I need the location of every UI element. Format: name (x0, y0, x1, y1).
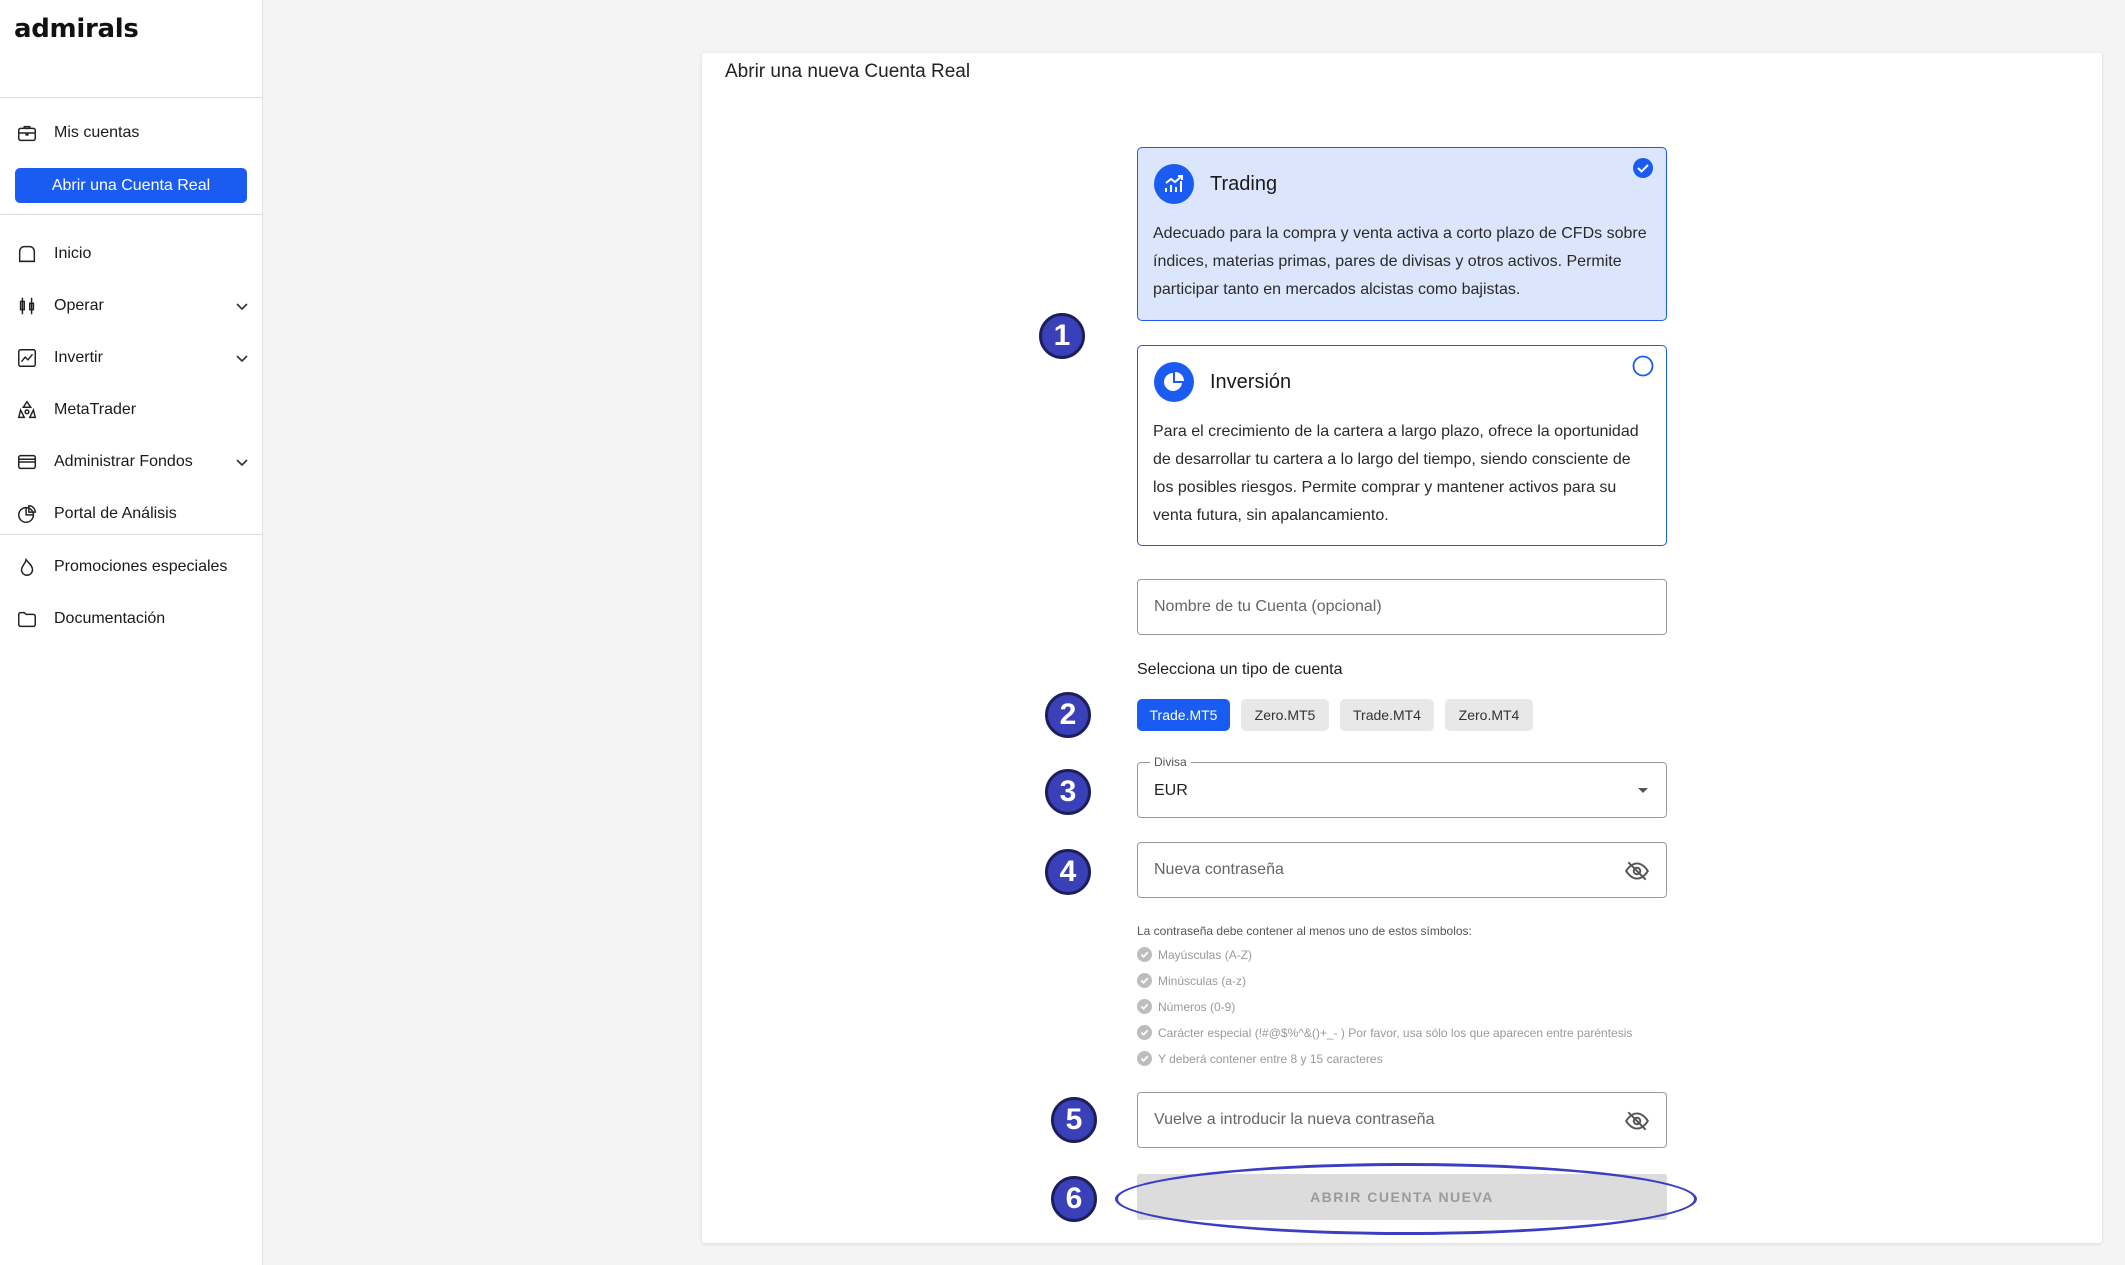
chip-trade-mt4[interactable]: Trade.MT4 (1340, 699, 1434, 731)
divider (0, 534, 263, 535)
wallet-icon (14, 449, 40, 475)
password-input[interactable] (1154, 843, 1594, 897)
sidebar-item-label: Administrar Fondos (54, 453, 193, 470)
home-icon (14, 241, 40, 267)
chevron-down-icon[interactable] (232, 452, 252, 472)
annotation-1: 1 (1039, 313, 1085, 359)
account-name-field[interactable] (1137, 579, 1667, 635)
open-real-account-button[interactable]: Abrir una Cuenta Real (15, 168, 247, 203)
sidebar-item-invertir[interactable]: Invertir (14, 340, 254, 376)
password-rule: Números (0-9) (1137, 999, 1235, 1014)
password-rule-text: Mayúsculas (A-Z) (1158, 947, 1253, 962)
check-icon (1137, 999, 1152, 1014)
sidebar-item-label: Promociones especiales (54, 558, 228, 575)
currency-label: Divisa (1150, 755, 1191, 769)
chevron-down-icon[interactable] (232, 348, 252, 368)
password-rule-text: Y deberá contener entre 8 y 15 caractere… (1158, 1051, 1383, 1066)
check-circle-icon[interactable] (1632, 157, 1654, 179)
sidebar-item-administrar-fondos[interactable]: Administrar Fondos (14, 444, 254, 480)
password-rule: Carácter especial (!#@$%^&()+_- ) Por fa… (1137, 1025, 1632, 1040)
sidebar-item-portal-analisis[interactable]: Portal de Análisis (14, 496, 254, 532)
admirals-logo[interactable]: admirals (14, 14, 139, 44)
password-rule: Mayúsculas (A-Z) (1137, 947, 1252, 962)
annotation-5: 5 (1051, 1097, 1097, 1143)
password-rule: Minúsculas (a-z) (1137, 973, 1246, 988)
currency-value: EUR (1154, 782, 1188, 799)
pie-chart-icon (1154, 362, 1194, 402)
sidebar-item-metatrader[interactable]: MetaTrader (14, 392, 254, 428)
folder-icon (14, 606, 40, 632)
check-icon (1137, 947, 1152, 962)
sidebar-item-label: Mis cuentas (54, 124, 140, 141)
candlestick-icon (14, 293, 40, 319)
sidebar-item-mis-cuentas[interactable]: Mis cuentas (14, 115, 254, 151)
option-description: Para el crecimiento de la cartera a larg… (1153, 423, 1639, 524)
chevron-down-icon[interactable] (232, 296, 252, 316)
password-field[interactable] (1137, 842, 1667, 898)
sidebar-item-label: Documentación (54, 610, 166, 627)
option-title: Trading (1210, 173, 1278, 195)
password-rule: Y deberá contener entre 8 y 15 caractere… (1137, 1051, 1383, 1066)
check-icon (1137, 1051, 1152, 1066)
sidebar-item-operar[interactable]: Operar (14, 288, 254, 324)
eye-off-icon[interactable] (1624, 858, 1650, 884)
divider (0, 214, 263, 215)
eye-off-icon[interactable] (1624, 1108, 1650, 1134)
password-confirm-input[interactable] (1154, 1093, 1594, 1147)
briefcase-icon (14, 120, 40, 146)
annotation-2: 2 (1045, 692, 1091, 738)
chip-trade-mt5[interactable]: Trade.MT5 (1137, 699, 1230, 731)
sidebar-item-label: MetaTrader (54, 401, 137, 418)
currency-select[interactable]: Divisa EUR (1137, 755, 1667, 818)
chip-zero-mt5[interactable]: Zero.MT5 (1241, 699, 1329, 731)
password-rule-text: Números (0-9) (1158, 999, 1236, 1014)
trend-up-icon (1154, 164, 1194, 204)
account-type-label: Selecciona un tipo de cuenta (1137, 661, 1343, 678)
account-name-input[interactable] (1154, 580, 1594, 634)
pie-chart-icon (14, 501, 40, 527)
check-icon (1137, 973, 1152, 988)
trend-chart-icon (14, 345, 40, 371)
check-icon (1137, 1025, 1152, 1040)
password-requirements-note: La contraseña debe contener al menos uno… (1137, 924, 1472, 938)
flame-icon (14, 554, 40, 580)
radio-unselected-icon[interactable] (1632, 355, 1654, 377)
sidebar-item-inicio[interactable]: Inicio (14, 236, 254, 272)
highlight-oval (1115, 1163, 1697, 1235)
sidebar-item-label: Portal de Análisis (54, 505, 177, 522)
option-card-inversion[interactable]: Inversión Para el crecimiento de la cart… (1137, 345, 1667, 546)
annotation-3: 3 (1045, 769, 1091, 815)
sidebar-item-promociones[interactable]: Promociones especiales (14, 549, 254, 585)
password-confirm-field[interactable] (1137, 1092, 1667, 1148)
annotation-4: 4 (1045, 849, 1091, 895)
option-title: Inversión (1210, 371, 1292, 393)
option-card-trading[interactable]: Trading Adecuado para la compra y venta … (1137, 147, 1667, 321)
chip-zero-mt4[interactable]: Zero.MT4 (1445, 699, 1533, 731)
metatrader-icon (14, 397, 40, 423)
password-rule-text: Carácter especial (!#@$%^&()+_- ) Por fa… (1158, 1025, 1633, 1040)
page-title: Abrir una nueva Cuenta Real (725, 61, 971, 82)
sidebar-item-label: Inicio (54, 245, 92, 262)
option-description: Adecuado para la compra y venta activa a… (1153, 225, 1647, 298)
dropdown-caret-icon (1638, 788, 1648, 793)
sidebar-item-label: Operar (54, 297, 104, 314)
divider (0, 97, 263, 98)
password-rule-text: Minúsculas (a-z) (1158, 973, 1247, 988)
sidebar-item-documentacion[interactable]: Documentación (14, 601, 254, 637)
sidebar-item-label: Invertir (54, 349, 103, 366)
sidebar: admirals Mis cuentas Abrir una Cuenta Re… (0, 0, 263, 1265)
annotation-6: 6 (1051, 1176, 1097, 1222)
